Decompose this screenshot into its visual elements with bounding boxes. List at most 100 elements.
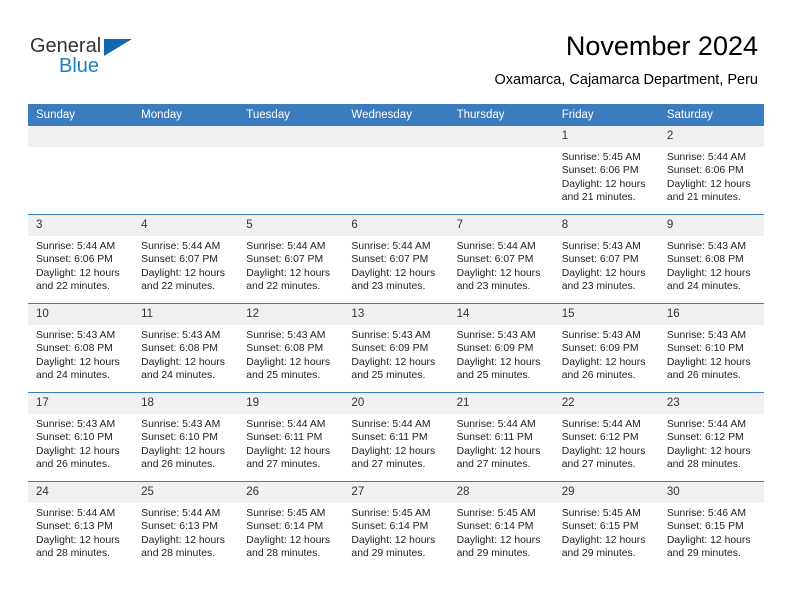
daylight-text-line2: and 29 minutes. [456,547,531,559]
day-number: 1 [553,126,659,147]
day-sun-info: Sunrise: 5:44 AM Sunset: 6:11 PM Daylight:… [343,414,448,471]
daylight-text-line1: Daylight: 12 hours [666,534,751,546]
day-sun-info: Sunrise: 5:43 AM Sunset: 6:08 PM Daylight:… [133,325,238,382]
daylight-text-line1: Daylight: 12 hours [141,445,225,457]
daylight-text-line2: and 29 minutes. [351,547,426,559]
daylight-text-line1: Daylight: 12 hours [351,445,436,457]
calendar-day-cell[interactable]: 30 Sunrise: 5:46 AM Sunset: 6:15 PM Dayligh… [658,481,764,570]
day-number: 25 [133,482,239,503]
calendar-day-cell[interactable]: 19 Sunrise: 5:44 AM Sunset: 6:11 PM Dayligh… [238,392,344,482]
day-number: 19 [238,393,344,414]
calendar-day-cell[interactable]: 14 Sunrise: 5:43 AM Sunset: 6:09 PM Dayligh… [448,303,554,393]
calendar-day-cell-empty [238,126,344,215]
calendar-day-cell[interactable]: 4 Sunrise: 5:44 AM Sunset: 6:07 PM Daylight… [133,214,239,304]
sunrise-text: Sunrise: 5:44 AM [351,419,431,430]
day-number: 8 [553,215,659,236]
day-sun-info: Sunrise: 5:44 AM Sunset: 6:13 PM Daylight:… [133,503,238,560]
day-sun-info: Sunrise: 5:45 AM Sunset: 6:14 PM Daylight:… [449,503,554,560]
calendar-day-cell[interactable]: 15 Sunrise: 5:43 AM Sunset: 6:09 PM Dayligh… [553,303,659,393]
calendar-day-cell[interactable]: 13 Sunrise: 5:43 AM Sunset: 6:09 PM Dayligh… [343,303,449,393]
sunrise-text: Sunrise: 5:43 AM [36,419,116,430]
calendar-day-cell[interactable]: 12 Sunrise: 5:43 AM Sunset: 6:08 PM Dayligh… [238,303,344,393]
calendar-day-cell[interactable]: 2 Sunrise: 5:44 AM Sunset: 6:06 PM Daylight… [658,126,764,215]
calendar-page: General Blue November 2024 Oxamarca, Caj… [0,0,792,612]
calendar-day-cell[interactable]: 27 Sunrise: 5:45 AM Sunset: 6:14 PM Dayligh… [343,481,449,570]
sunrise-text: Sunrise: 5:44 AM [456,241,536,252]
day-number: 22 [553,393,659,414]
daylight-text-line2: and 24 minutes. [141,369,216,381]
daylight-text-line1: Daylight: 12 hours [561,534,646,546]
day-sun-info: Sunrise: 5:44 AM Sunset: 6:12 PM Daylight:… [659,414,764,471]
day-number: 28 [448,482,554,503]
day-sun-info: Sunrise: 5:45 AM Sunset: 6:15 PM Daylight:… [554,503,659,560]
weekday-header-sunday: Sunday [28,104,134,126]
calendar-day-cell[interactable]: 25 Sunrise: 5:44 AM Sunset: 6:13 PM Dayligh… [133,481,239,570]
sunrise-text: Sunrise: 5:43 AM [666,241,746,252]
daylight-text-line2: and 28 minutes. [246,547,321,559]
sunset-text: Sunset: 6:06 PM [561,165,639,177]
sunset-text: Sunset: 6:08 PM [141,343,218,355]
calendar-day-cell[interactable]: 28 Sunrise: 5:45 AM Sunset: 6:14 PM Dayligh… [448,481,554,570]
calendar-day-cell[interactable]: 29 Sunrise: 5:45 AM Sunset: 6:15 PM Dayligh… [553,481,659,570]
calendar-day-cell[interactable]: 20 Sunrise: 5:44 AM Sunset: 6:11 PM Dayligh… [343,392,449,482]
sunrise-text: Sunrise: 5:43 AM [351,330,431,341]
day-sun-info: Sunrise: 5:45 AM Sunset: 6:14 PM Daylight:… [343,503,448,560]
day-number: 30 [658,482,764,503]
logo-triangle-icon [104,39,132,56]
daylight-text-line1: Daylight: 12 hours [561,267,646,279]
daylight-text-line2: and 24 minutes. [666,280,741,292]
day-number: 11 [133,304,239,325]
calendar-day-cell[interactable]: 1 Sunrise: 5:45 AM Sunset: 6:06 PM Daylight… [553,126,659,215]
calendar-day-cell[interactable]: 7 Sunrise: 5:44 AM Sunset: 6:07 PM Daylight… [448,214,554,304]
calendar-day-cell[interactable]: 24 Sunrise: 5:44 AM Sunset: 6:13 PM Dayligh… [28,481,134,570]
daylight-text-line2: and 28 minutes. [36,547,110,559]
day-sun-info: Sunrise: 5:44 AM Sunset: 6:11 PM Daylight:… [449,414,554,471]
calendar-day-cell[interactable]: 23 Sunrise: 5:44 AM Sunset: 6:12 PM Dayligh… [658,392,764,482]
day-number: 29 [553,482,659,503]
sunrise-text: Sunrise: 5:44 AM [351,241,431,252]
daylight-text-line2: and 26 minutes. [36,458,110,470]
day-sun-info: Sunrise: 5:43 AM Sunset: 6:08 PM Daylight:… [659,236,764,293]
calendar-table: Sunday Monday Tuesday Wednesday Thursday… [28,104,764,570]
day-sun-info: Sunrise: 5:43 AM Sunset: 6:08 PM Daylight:… [238,325,343,382]
page-subtitle: Oxamarca, Cajamarca Department, Peru [494,72,758,88]
calendar-day-cell[interactable]: 11 Sunrise: 5:43 AM Sunset: 6:08 PM Dayligh… [133,303,239,393]
day-number: 20 [343,393,449,414]
calendar-day-cell[interactable]: 6 Sunrise: 5:44 AM Sunset: 6:07 PM Daylight… [343,214,449,304]
sunrise-text: Sunrise: 5:44 AM [36,241,116,252]
calendar-day-cell[interactable]: 3 Sunrise: 5:44 AM Sunset: 6:06 PM Daylight… [28,214,134,304]
daylight-text-line2: and 22 minutes. [246,280,321,292]
daylight-text-line2: and 21 minutes. [561,191,636,203]
weekday-header-saturday: Saturday [658,104,764,126]
daylight-text-line1: Daylight: 12 hours [351,267,436,279]
day-sun-info: Sunrise: 5:44 AM Sunset: 6:07 PM Daylight:… [133,236,238,293]
daylight-text-line2: and 24 minutes. [36,369,110,381]
sunset-text: Sunset: 6:09 PM [351,343,429,355]
day-sun-info: Sunrise: 5:43 AM Sunset: 6:09 PM Daylight:… [343,325,448,382]
sunrise-text: Sunrise: 5:43 AM [456,330,536,341]
day-sun-info: Sunrise: 5:43 AM Sunset: 6:08 PM Daylight:… [28,325,133,382]
calendar-day-cell[interactable]: 17 Sunrise: 5:43 AM Sunset: 6:10 PM Dayligh… [28,392,134,482]
sunrise-text: Sunrise: 5:43 AM [246,330,326,341]
calendar-day-cell[interactable]: 26 Sunrise: 5:45 AM Sunset: 6:14 PM Dayligh… [238,481,344,570]
day-sun-info: Sunrise: 5:46 AM Sunset: 6:15 PM Daylight:… [659,503,764,560]
day-sun-info: Sunrise: 5:44 AM Sunset: 6:12 PM Daylight:… [554,414,659,471]
sunrise-text: Sunrise: 5:45 AM [351,508,431,519]
sunset-text: Sunset: 6:12 PM [666,432,744,444]
page-title: November 2024 [565,31,758,61]
calendar-day-cell[interactable]: 18 Sunrise: 5:43 AM Sunset: 6:10 PM Dayligh… [133,392,239,482]
calendar-day-cell[interactable]: 8 Sunrise: 5:43 AM Sunset: 6:07 PM Daylight… [553,214,659,304]
calendar-day-cell[interactable]: 5 Sunrise: 5:44 AM Sunset: 6:07 PM Daylight… [238,214,344,304]
sunrise-text: Sunrise: 5:44 AM [246,241,326,252]
calendar-day-cell[interactable]: 16 Sunrise: 5:43 AM Sunset: 6:10 PM Dayligh… [658,303,764,393]
daylight-text-line1: Daylight: 12 hours [36,445,120,457]
sunset-text: Sunset: 6:11 PM [351,432,428,444]
calendar-day-cell[interactable]: 22 Sunrise: 5:44 AM Sunset: 6:12 PM Dayligh… [553,392,659,482]
day-number: 23 [658,393,764,414]
sunrise-text: Sunrise: 5:44 AM [456,419,536,430]
day-number [343,126,449,147]
day-number [133,126,239,147]
calendar-day-cell[interactable]: 9 Sunrise: 5:43 AM Sunset: 6:08 PM Daylight… [658,214,764,304]
calendar-day-cell[interactable]: 10 Sunrise: 5:43 AM Sunset: 6:08 PM Dayligh… [28,303,134,393]
calendar-day-cell[interactable]: 21 Sunrise: 5:44 AM Sunset: 6:11 PM Dayligh… [448,392,554,482]
